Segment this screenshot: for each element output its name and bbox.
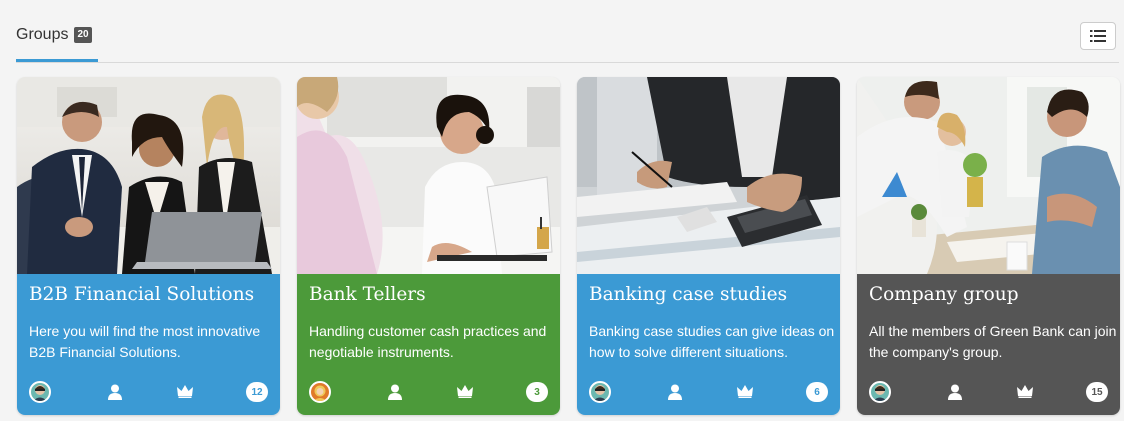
member-count-badge: 12 [246,382,268,402]
group-description: Banking case studies can give ideas on h… [589,323,835,360]
groups-count-badge: 20 [74,26,92,43]
crown-icon[interactable] [177,384,193,398]
groups-tab[interactable]: Groups 20 [16,10,98,62]
group-card-body: B2B Financial Solutions Here you will fi… [17,274,280,415]
group-title[interactable]: Bank Tellers [309,284,426,305]
page-title: Groups [16,25,69,43]
group-title[interactable]: Banking case studies [589,284,787,305]
group-image [857,77,1120,274]
group-description: Handling customer cash practices and neg… [309,323,547,360]
group-card[interactable]: Company group All the members of Green B… [857,77,1120,415]
member-count-badge: 3 [526,382,548,402]
group-card-footer: 12 [29,381,268,405]
member-count-badge: 6 [806,382,828,402]
group-card-body: Banking case studies Banking case studie… [577,274,840,415]
member-icon[interactable] [947,384,963,400]
group-card-body: Company group All the members of Green B… [857,274,1120,415]
group-image [297,77,560,274]
crown-icon[interactable] [457,384,473,398]
groups-header: Groups 20 [16,10,1119,63]
group-title[interactable]: B2B Financial Solutions [29,284,254,305]
group-card-footer: 15 [869,381,1108,405]
group-description: Here you will find the most innovative B… [29,323,261,360]
group-description: All the members of Green Bank can join t… [869,323,1117,360]
group-title[interactable]: Company group [869,284,1019,305]
group-card[interactable]: Bank Tellers Handling customer cash prac… [297,77,560,415]
group-image [577,77,840,274]
member-icon[interactable] [387,384,403,400]
group-card-body: Bank Tellers Handling customer cash prac… [297,274,560,415]
list-view-button[interactable] [1080,22,1116,50]
member-icon[interactable] [667,384,683,400]
group-card-footer: 3 [309,381,548,405]
man-avatar[interactable] [29,381,51,403]
crown-icon[interactable] [1017,384,1033,398]
woman-avatar[interactable] [309,381,331,403]
group-image [17,77,280,274]
group-card[interactable]: B2B Financial Solutions Here you will fi… [17,77,280,415]
crown-icon[interactable] [737,384,753,398]
group-card-footer: 6 [589,381,828,405]
man-avatar[interactable] [869,381,891,403]
man-avatar[interactable] [589,381,611,403]
group-card[interactable]: Banking case studies Banking case studie… [577,77,840,415]
member-icon[interactable] [107,384,123,400]
list-icon [1090,30,1106,42]
member-count-badge: 15 [1086,382,1108,402]
